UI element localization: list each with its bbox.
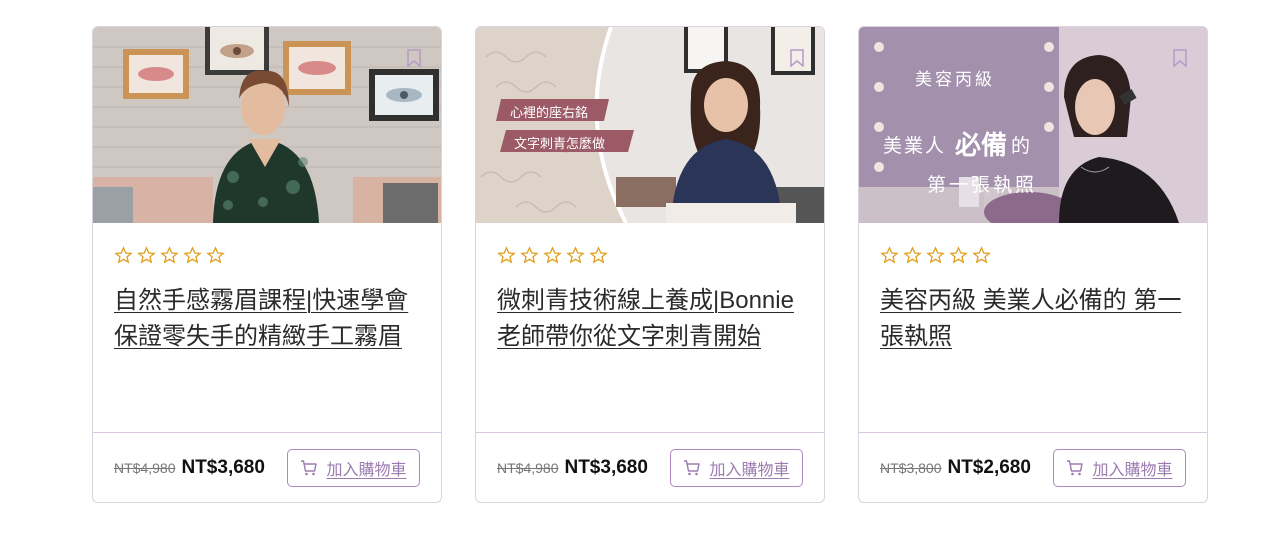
add-to-cart-label: 加入購物車 xyxy=(1092,462,1173,479)
star-outline-icon xyxy=(543,245,562,264)
sale-price: NT$3,680 xyxy=(181,457,265,478)
course-card: 心裡的座右銘 文字刺青怎麼做 微刺青技術線上養成|Bonnie老師帶你從文字刺青… xyxy=(475,26,825,503)
card-footer: NT$3,800 NT$2,680 加入購物車 xyxy=(880,449,1186,487)
course-thumbnail[interactable]: 心裡的座右銘 文字刺青怎麼做 xyxy=(476,27,824,223)
bookmark-icon[interactable] xyxy=(790,49,804,67)
star-outline-icon xyxy=(160,245,179,264)
bookmark-icon[interactable] xyxy=(1173,49,1187,67)
star-outline-icon xyxy=(497,245,516,264)
star-outline-icon xyxy=(566,245,585,264)
star-outline-icon xyxy=(949,245,968,264)
original-price: NT$3,800 xyxy=(880,460,942,476)
original-price: NT$4,980 xyxy=(497,460,559,476)
divider xyxy=(859,432,1207,433)
star-outline-icon xyxy=(972,245,991,264)
star-outline-icon xyxy=(880,245,899,264)
course-card: 自然手感霧眉課程|快速學會 保證零失手的精緻手工霧眉 NT$4,980 NT$3… xyxy=(92,26,442,503)
star-outline-icon xyxy=(589,245,608,264)
card-body: 微刺青技術線上養成|Bonnie老師帶你從文字刺青開始 xyxy=(476,223,824,432)
image-overlay-text: 心裡的座右銘 xyxy=(510,106,589,121)
course-thumbnail[interactable] xyxy=(93,27,441,223)
course-grid: 自然手感霧眉課程|快速學會 保證零失手的精緻手工霧眉 NT$4,980 NT$3… xyxy=(0,0,1280,559)
course-title-link[interactable]: 美容丙級 美業人必備的 第一張執照 xyxy=(880,283,1186,355)
course-image xyxy=(476,27,824,223)
rating-stars xyxy=(880,245,1186,265)
course-thumbnail[interactable]: 美容丙級 美業人 必備 的 第一張執照 xyxy=(859,27,1207,223)
image-overlay-text: 美容丙級 xyxy=(915,70,995,90)
image-overlay-text: 美業人 xyxy=(883,135,947,157)
star-outline-icon xyxy=(137,245,156,264)
cart-icon xyxy=(684,460,701,476)
star-outline-icon xyxy=(183,245,202,264)
add-to-cart-button[interactable]: 加入購物車 xyxy=(1053,449,1186,487)
cart-icon xyxy=(301,460,318,476)
add-to-cart-label: 加入購物車 xyxy=(709,462,790,479)
add-to-cart-button[interactable]: 加入購物車 xyxy=(287,449,420,487)
course-title-link[interactable]: 自然手感霧眉課程|快速學會 保證零失手的精緻手工霧眉 xyxy=(114,283,420,355)
add-to-cart-button[interactable]: 加入購物車 xyxy=(670,449,803,487)
rating-stars xyxy=(114,245,420,265)
card-footer: NT$4,980 NT$3,680 加入購物車 xyxy=(497,449,803,487)
star-outline-icon xyxy=(903,245,922,264)
cart-icon xyxy=(1067,460,1084,476)
rating-stars xyxy=(497,245,803,265)
image-overlay-text: 必備 xyxy=(955,131,1008,161)
card-body: 自然手感霧眉課程|快速學會 保證零失手的精緻手工霧眉 xyxy=(93,223,441,432)
star-outline-icon xyxy=(114,245,133,264)
divider xyxy=(93,432,441,433)
star-outline-icon xyxy=(520,245,539,264)
course-card: 美容丙級 美業人 必備 的 第一張執照 美容丙級 美業人必備的 第一張執照 NT… xyxy=(858,26,1208,503)
sale-price: NT$2,680 xyxy=(947,457,1031,478)
bookmark-icon[interactable] xyxy=(407,49,421,67)
add-to-cart-label: 加入購物車 xyxy=(326,462,407,479)
star-outline-icon xyxy=(926,245,945,264)
card-footer: NT$4,980 NT$3,680 加入購物車 xyxy=(114,449,420,487)
sale-price: NT$3,680 xyxy=(564,457,648,478)
card-body: 美容丙級 美業人必備的 第一張執照 xyxy=(859,223,1207,432)
original-price: NT$4,980 xyxy=(114,460,176,476)
course-image xyxy=(93,27,441,223)
image-overlay-text: 文字刺青怎麼做 xyxy=(514,137,606,152)
image-overlay-text: 第一張執照 xyxy=(927,174,1038,196)
image-overlay-text: 的 xyxy=(1011,135,1031,157)
course-title-link[interactable]: 微刺青技術線上養成|Bonnie老師帶你從文字刺青開始 xyxy=(497,283,803,355)
star-outline-icon xyxy=(206,245,225,264)
divider xyxy=(476,432,824,433)
